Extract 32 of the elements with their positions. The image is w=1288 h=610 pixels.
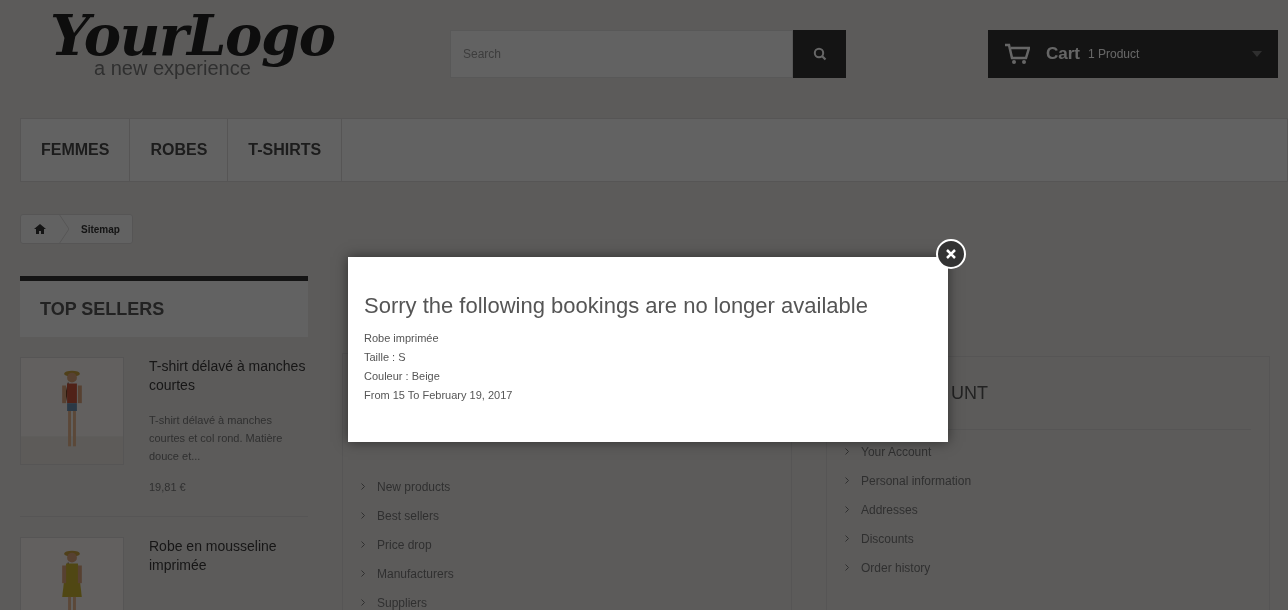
product-name[interactable]: Robe en mousseline imprimée (149, 536, 308, 575)
breadcrumb-item: Sitemap (80, 222, 121, 237)
chevron-icon (845, 477, 849, 484)
caret-icon (1252, 51, 1262, 57)
menu-item[interactable]: ROBES (130, 119, 229, 181)
product-name[interactable]: T-shirt délavé à manches courtes (149, 357, 308, 395)
chevron-icon (361, 483, 365, 490)
menu-item[interactable]: T-SHIRTS (228, 119, 343, 181)
chevron-icon (361, 541, 365, 548)
booking-detail: Taille : S (364, 350, 407, 365)
cart-button[interactable]: Cart 1 Product (988, 30, 1278, 78)
chevron-icon (361, 570, 365, 577)
chevron-icon (361, 512, 365, 519)
chevron-icon (845, 564, 849, 571)
dialog-title: Sorry the following bookings are no longer available (364, 293, 869, 319)
section-header: TOP SELLERS (20, 276, 308, 337)
booking-detail: From 15 To February 19, 2017 (364, 388, 514, 403)
booking-detail: Robe imprimée (364, 331, 440, 346)
close-button[interactable] (936, 239, 966, 269)
chevron-icon (845, 448, 849, 455)
section-heading: UNT (951, 381, 988, 405)
close-icon (946, 249, 956, 259)
cart-icon (1004, 43, 1030, 65)
home-icon[interactable] (34, 224, 46, 234)
search-button[interactable] (793, 30, 846, 78)
chevron-icon (845, 535, 849, 542)
chevron-icon (845, 506, 849, 513)
booking-detail: Couleur : Beige (364, 369, 441, 384)
cart-count: 1 Product (1088, 46, 1140, 63)
chevron-icon (361, 599, 365, 606)
search-icon (812, 47, 827, 61)
menu-item[interactable]: FEMMES (21, 119, 131, 181)
